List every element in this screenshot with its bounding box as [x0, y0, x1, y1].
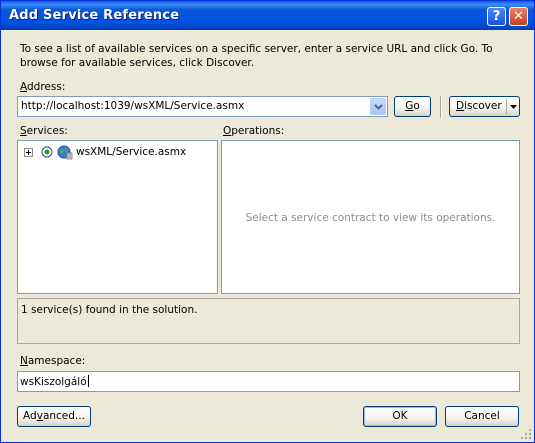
services-label: Services: — [20, 125, 68, 137]
operations-label-rest: perations: — [231, 125, 285, 137]
operations-label: Operations: — [223, 125, 284, 137]
services-label-rest: ervices: — [26, 125, 68, 137]
service-tree-item-label[interactable]: wsXML/Service.asmx — [76, 146, 186, 158]
title-bar[interactable]: Add Service Reference ? ✕ — [1, 1, 534, 30]
chevron-down-icon — [374, 104, 383, 110]
ok-button[interactable]: OK — [363, 406, 437, 427]
operations-placeholder: Select a service contract to view its op… — [245, 212, 496, 224]
discover-mnemonic: D — [456, 100, 465, 112]
namespace-value[interactable]: wsKiszolgáló — [20, 375, 89, 388]
namespace-label-mnemonic: N — [20, 355, 28, 367]
advanced-label-rest: anced... — [42, 410, 85, 422]
address-input[interactable]: http://localhost:1039/wsXML/Service.asmx — [21, 100, 244, 112]
instructions-text: To see a list of available services on a… — [20, 43, 493, 69]
toolbar-separator — [440, 96, 442, 118]
service-radio-icon — [41, 146, 53, 158]
status-box: 1 service(s) found in the solution. — [17, 298, 520, 344]
address-combobox[interactable]: http://localhost:1039/wsXML/Service.asmx — [17, 96, 388, 117]
operations-list[interactable]: Select a service contract to view its op… — [221, 140, 520, 294]
discover-split-button[interactable]: Discover — [449, 96, 520, 117]
resize-grip-icon[interactable] — [520, 428, 532, 440]
tree-expand-plus-icon[interactable] — [24, 148, 33, 157]
discover-dropdown-arrow-icon[interactable] — [510, 105, 517, 109]
address-label: Address: — [20, 81, 65, 93]
services-tree[interactable]: wsXML/Service.asmx — [17, 140, 218, 294]
namespace-field[interactable]: wsKiszolgáló — [17, 371, 520, 392]
dialog-title: Add Service Reference — [9, 8, 180, 23]
address-label-rest: ddress: — [27, 81, 66, 93]
services-label-mnemonic: S — [20, 125, 27, 137]
close-icon: ✕ — [513, 9, 524, 24]
close-button[interactable]: ✕ — [509, 7, 528, 26]
discover-split-divider — [506, 99, 507, 114]
namespace-label-rest: amespace: — [27, 355, 86, 367]
go-button[interactable]: Go — [394, 96, 431, 117]
add-service-reference-dialog: Add Service Reference ? ✕ To see a list … — [0, 0, 535, 443]
web-service-globe-icon — [57, 145, 73, 160]
advanced-button[interactable]: Advanced... — [17, 406, 91, 427]
namespace-label: Namespace: — [20, 355, 85, 367]
help-icon: ? — [492, 9, 501, 24]
discover-label[interactable]: Discover — [456, 100, 502, 112]
cancel-button[interactable]: Cancel — [445, 406, 519, 427]
status-message: 1 service(s) found in the solution. — [21, 304, 198, 316]
address-label-mnemonic: A — [20, 81, 27, 93]
address-dropdown-button[interactable] — [370, 98, 386, 115]
namespace-value-text: wsKiszolgáló — [20, 376, 87, 388]
help-button[interactable]: ? — [487, 7, 506, 26]
text-caret — [87, 375, 89, 387]
go-label-rest: o — [413, 100, 420, 112]
discover-label-rest: iscover — [464, 100, 502, 112]
advanced-label-first: Ad — [23, 410, 37, 422]
